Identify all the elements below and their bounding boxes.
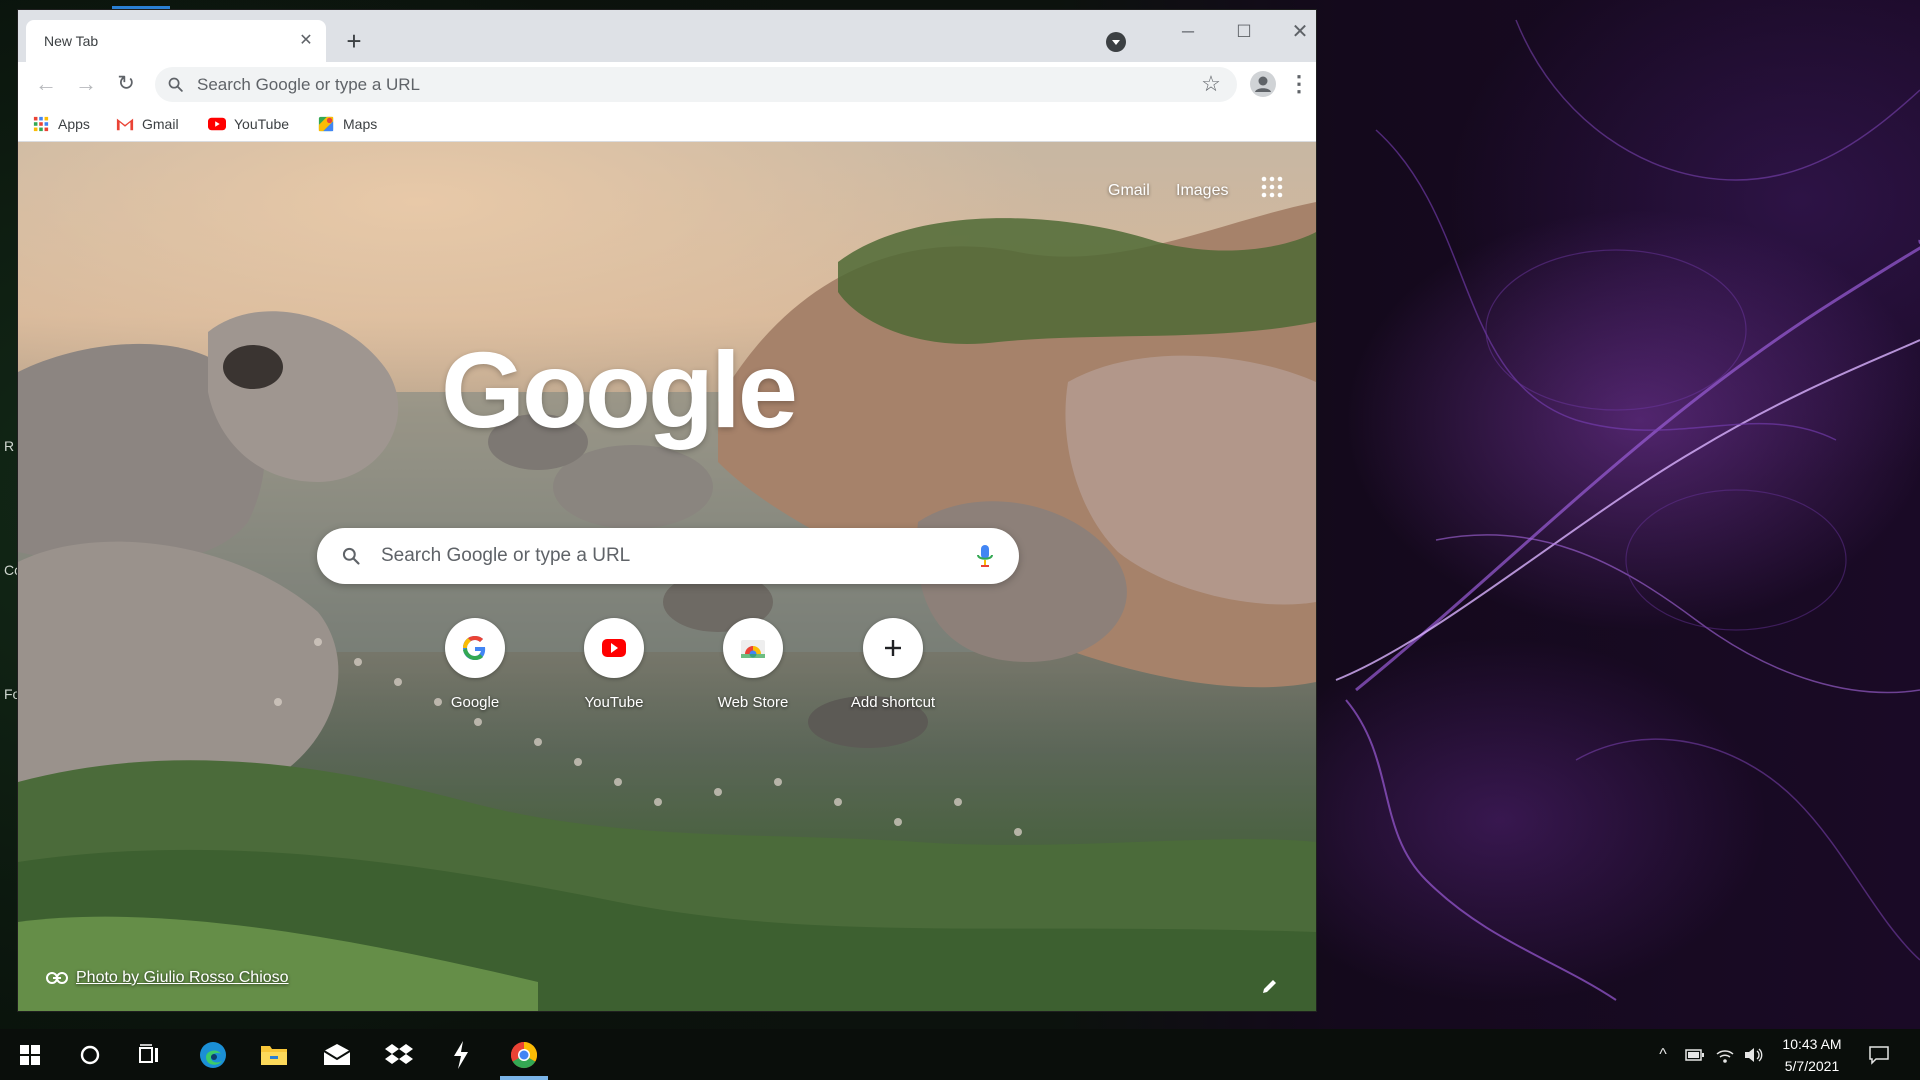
web-store-icon [741,640,765,658]
task-view-button[interactable] [120,1029,180,1080]
desktop-edge-labels: R Co Fo [0,0,22,1029]
edge-icon [200,1041,226,1068]
bookmark-label: YouTube [234,116,290,132]
edge-taskbar-button[interactable] [183,1029,243,1080]
chrome-window: New Tab ✕ + ─ ☐ ✕ ← → ↻ ☆ ⋮ [18,10,1316,1011]
clock-time: 10:43 AM [1782,1036,1842,1052]
dropbox-icon [385,1043,413,1064]
mail-taskbar-button[interactable] [307,1029,367,1080]
ntp-search-box[interactable] [317,528,1019,584]
browser-toolbar: ← → ↻ ☆ ⋮ [18,62,1316,106]
new-tab-page: Gmail Images Google Search Google or typ… [18,142,1316,1011]
gmail-icon [116,118,134,131]
shortcut-google[interactable]: Google [415,618,535,730]
bookmark-apps[interactable]: Apps [32,113,90,135]
taskbar-clock[interactable]: 10:43 AM 5/7/2021 [1770,1033,1854,1077]
desktop-edge-label: R [4,438,15,454]
action-center-icon[interactable] [1868,1044,1890,1066]
tab-close-icon[interactable]: ✕ [296,31,316,51]
photo-attribution-link[interactable]: Photo by Giulio Rosso Chioso [46,969,289,987]
google-apps-icon[interactable] [1261,176,1283,198]
chrome-taskbar-button[interactable] [494,1029,554,1080]
tab-search-icon[interactable] [1106,32,1126,52]
bookmarks-bar: Apps Gmail YouTube Maps [18,106,1316,142]
wifi-icon[interactable] [1714,1044,1736,1066]
google-logo: Google [441,329,798,450]
chrome-menu-button[interactable]: ⋮ [1288,71,1310,97]
windows-taskbar: ^ 10:43 AM 5/7/2021 [0,1029,1920,1080]
reload-button[interactable]: ↻ [112,70,140,98]
apps-grid-icon [33,116,49,132]
forward-button[interactable]: → [72,70,100,98]
purple-swirl-art [1335,19,1920,1001]
images-link[interactable]: Images [1176,182,1228,200]
show-hidden-icons-chevron[interactable]: ^ [1652,1044,1674,1066]
shortcut-label: Add shortcut [850,694,936,711]
task-view-icon [139,1043,158,1063]
new-tab-button[interactable]: + [340,28,368,56]
bookmark-label: Apps [58,116,90,132]
windows-start-icon [20,1044,40,1065]
shortcut-add[interactable]: Add shortcut [833,618,953,730]
start-button[interactable] [0,1029,60,1080]
close-window-button[interactable]: ✕ [1272,18,1316,46]
tab-title: New Tab [44,33,99,49]
cortana-icon [80,1045,100,1064]
file-explorer-taskbar-button[interactable] [244,1029,304,1080]
mail-icon [323,1043,351,1065]
shortcut-label: Web Store [717,694,789,711]
plus-icon [885,640,901,656]
bookmark-label: Maps [343,116,378,132]
search-icon [342,547,360,565]
back-button[interactable]: ← [32,70,60,98]
tab-strip: New Tab ✕ + ─ ☐ ✕ [18,10,1316,62]
volume-icon[interactable] [1742,1044,1764,1066]
shortcut-label: YouTube [584,694,644,711]
shortcut-label: Google [450,694,500,711]
chrome-icon [510,1041,538,1068]
maximize-button[interactable]: ☐ [1216,18,1272,46]
clock-date: 5/7/2021 [1784,1058,1840,1074]
ntp-search-input[interactable] [381,528,941,584]
shortcut-youtube[interactable]: YouTube [554,618,674,730]
person-icon [1255,76,1271,92]
cortana-button[interactable] [60,1029,120,1080]
shortcut-web-store[interactable]: Web Store [693,618,813,730]
app-taskbar-button[interactable] [431,1029,491,1080]
edit-pencil-icon[interactable] [1260,976,1280,996]
bookmark-maps[interactable]: Maps [317,113,377,135]
search-icon [168,77,183,92]
maps-icon [318,116,334,132]
address-bar-input[interactable] [197,67,1157,102]
gmail-link[interactable]: Gmail [1108,182,1150,200]
google-g-icon [463,636,486,660]
shortcut-tile [445,618,505,678]
shortcut-tile [723,618,783,678]
active-app-indicator [500,1076,548,1080]
profile-avatar-button[interactable] [1250,71,1276,97]
bookmark-gmail[interactable]: Gmail [116,113,179,135]
youtube-icon [602,639,626,657]
app-icon [454,1040,468,1069]
tab-new-tab[interactable]: New Tab ✕ [26,20,326,62]
bookmark-star-icon[interactable]: ☆ [1199,72,1223,96]
shortcut-tile [863,618,923,678]
battery-icon[interactable] [1684,1044,1706,1066]
bookmark-label: Gmail [142,116,179,132]
microphone-icon[interactable] [977,544,993,568]
dropbox-taskbar-button[interactable] [369,1029,429,1080]
shortcut-tile [584,618,644,678]
file-explorer-icon [261,1045,287,1065]
minimize-button[interactable]: ─ [1160,18,1216,46]
omnibox[interactable]: ☆ [155,67,1237,102]
bookmark-youtube[interactable]: YouTube [208,113,289,135]
youtube-icon [208,117,226,131]
link-icon [46,972,68,984]
attribution-text: Photo by Giulio Rosso Chioso [76,969,289,986]
